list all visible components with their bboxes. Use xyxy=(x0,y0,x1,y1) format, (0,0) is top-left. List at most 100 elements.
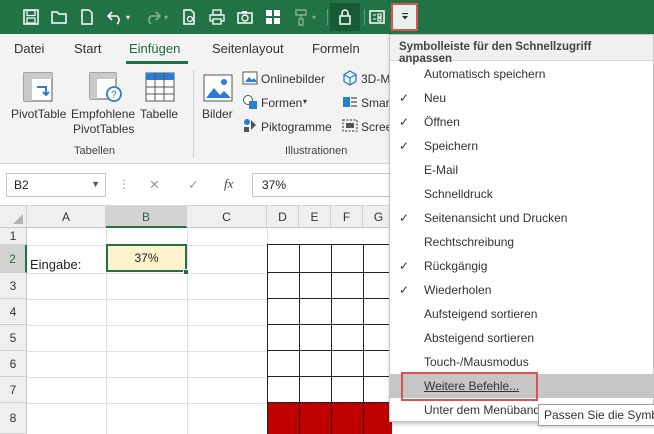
name-box[interactable]: B2 ▼ xyxy=(6,173,106,197)
3d-models-label: 3D-M xyxy=(361,72,391,86)
row-header-1[interactable]: 1 xyxy=(0,228,27,245)
menu-title: Symbolleiste für den Schnellzugriff anpa… xyxy=(390,35,653,65)
menu-item-label: Neu xyxy=(424,91,447,105)
check-icon: ✓ xyxy=(399,283,410,297)
quick-access-toolbar: ▾ ▾ ▾ xyxy=(0,0,654,34)
menu-item-label: Rechtschreibung xyxy=(424,235,515,249)
column-header-e[interactable]: E xyxy=(299,206,331,228)
menu-item-absteigend[interactable]: Absteigend sortieren xyxy=(390,326,653,350)
shapes-icon xyxy=(243,95,257,109)
row-header-7[interactable]: 7 xyxy=(0,377,27,403)
menu-item-label: Aufsteigend sortieren xyxy=(424,307,538,321)
menu-item-rechtschreibung[interactable]: Rechtschreibung xyxy=(390,230,653,254)
row-header-8[interactable]: 8 xyxy=(0,403,27,434)
formen-label: Formen xyxy=(261,96,303,110)
svg-text:?: ? xyxy=(111,90,117,101)
pivottable-label: PivotTable xyxy=(11,107,67,121)
red-cell-f8[interactable] xyxy=(332,403,363,434)
cancel-icon[interactable]: ✕ xyxy=(149,177,160,193)
save-icon[interactable] xyxy=(20,5,42,29)
tab-einfuegen[interactable]: Einfügen xyxy=(129,41,180,56)
column-header-a[interactable]: A xyxy=(27,206,106,228)
formula-value: 37% xyxy=(262,178,287,192)
camera-icon[interactable] xyxy=(234,5,256,29)
tab-datei[interactable]: Datei xyxy=(14,41,44,56)
smartart-label: Smar xyxy=(361,96,390,110)
name-box-value: B2 xyxy=(14,178,29,192)
screenshot-label: Scree xyxy=(361,120,393,134)
chevron-down-icon[interactable]: ▼ xyxy=(91,179,100,189)
screenshot-icon xyxy=(342,119,358,132)
tooltip: Passen Sie die Symbo xyxy=(538,404,654,426)
column-header-f[interactable]: F xyxy=(331,206,363,228)
customize-dropdown-icon[interactable] xyxy=(391,3,418,31)
column-header-b[interactable]: B xyxy=(106,206,187,228)
menu-item-label: Wiederholen xyxy=(424,283,492,297)
form-icon[interactable] xyxy=(366,5,388,29)
tab-seitenlayout[interactable]: Seitenlayout xyxy=(212,41,284,56)
row-header-4[interactable]: 4 xyxy=(0,299,27,325)
group-tabellen: Tabellen xyxy=(74,145,115,157)
menu-item-speichern[interactable]: ✓ Speichern xyxy=(390,134,653,158)
menu-item-label: Absteigend sortieren xyxy=(424,331,535,345)
pictures-icon xyxy=(203,74,233,102)
menu-item-aufsteigend[interactable]: Aufsteigend sortieren xyxy=(390,302,653,326)
menu-item-wiederholen[interactable]: ✓ Wiederholen xyxy=(390,278,653,302)
check-icon: ✓ xyxy=(399,139,410,153)
red-cell-e8[interactable] xyxy=(300,403,331,434)
select-all-corner[interactable] xyxy=(0,206,27,228)
open-icon[interactable] xyxy=(48,5,70,29)
new-icon[interactable] xyxy=(76,5,98,29)
menu-item-seitenansicht[interactable]: ✓ Seitenansicht und Drucken xyxy=(390,206,653,230)
row-header-3[interactable]: 3 xyxy=(0,273,27,299)
menu-item-email[interactable]: E-Mail xyxy=(390,158,653,182)
menu-item-automatisch-speichern[interactable]: Automatisch speichern xyxy=(390,62,653,86)
menu-item-label: Öffnen xyxy=(424,115,460,129)
insert-function-icon[interactable]: fx xyxy=(224,176,233,192)
menu-item-neu[interactable]: ✓ Neu xyxy=(390,86,653,110)
print-preview-icon[interactable] xyxy=(178,5,200,29)
menu-item-label: Unter dem Menüband xyxy=(424,403,541,417)
empfohlene-label-2: PivotTables xyxy=(73,122,135,136)
empfohlene-label-1: Empfohlene xyxy=(71,107,136,121)
fill-handle[interactable] xyxy=(183,269,189,275)
customize-qat-menu: Symbolleiste für den Schnellzugriff anpa… xyxy=(389,34,654,422)
print-icon[interactable] xyxy=(206,5,228,29)
red-cell-d8[interactable] xyxy=(268,403,299,434)
online-pictures-icon xyxy=(242,71,258,85)
table-icon xyxy=(145,72,175,102)
piktogramme-label: Piktogramme xyxy=(261,120,332,134)
undo-dropdown-icon[interactable]: ▾ xyxy=(122,5,134,29)
row-header-2[interactable]: 2 xyxy=(0,245,27,273)
menu-item-label: E-Mail xyxy=(424,163,459,177)
group-illustrationen: Illustrationen xyxy=(285,145,348,157)
column-header-d[interactable]: D xyxy=(267,206,299,228)
format-painter-dropdown-icon[interactable]: ▾ xyxy=(308,5,320,29)
menu-item-oeffnen[interactable]: ✓ Öffnen xyxy=(390,110,653,134)
menu-item-schnelldruck[interactable]: Schnelldruck xyxy=(390,182,653,206)
bilder-label: Bilder xyxy=(202,107,233,121)
lock-icon[interactable] xyxy=(330,3,360,31)
menu-item-rueckgaengig[interactable]: ✓ Rückgängig xyxy=(390,254,653,278)
grid-icon[interactable] xyxy=(262,5,284,29)
check-icon: ✓ xyxy=(399,115,410,129)
tabelle-label: Tabelle xyxy=(140,107,179,121)
triangle-icon xyxy=(13,214,23,224)
tab-start[interactable]: Start xyxy=(74,41,101,56)
column-header-c[interactable]: C xyxy=(187,206,267,228)
separator-dots: ⋮ xyxy=(118,177,130,191)
pivottable-icon xyxy=(23,72,53,102)
cube-icon xyxy=(343,70,357,86)
redo-dropdown-icon[interactable]: ▾ xyxy=(160,5,172,29)
check-icon: ✓ xyxy=(399,211,410,225)
tab-formeln[interactable]: Formeln xyxy=(312,41,360,56)
recommended-pivottables-icon: ? xyxy=(89,72,122,102)
cell-a2[interactable]: Eingabe: xyxy=(30,257,81,272)
red-cell-g8[interactable] xyxy=(364,403,392,434)
enter-icon[interactable]: ✓ xyxy=(188,177,199,193)
row-header-5[interactable]: 5 xyxy=(0,325,27,351)
cell-b2-selected[interactable]: 37% xyxy=(106,244,187,272)
menu-item-touch-mausmodus[interactable]: Touch-/Mausmodus xyxy=(390,350,653,374)
menu-item-label: Rückgängig xyxy=(424,259,488,273)
row-header-6[interactable]: 6 xyxy=(0,351,27,377)
